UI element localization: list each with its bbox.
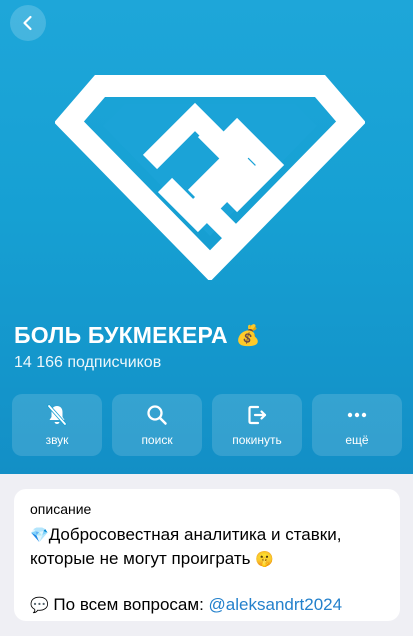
description-card: описание 💎Добросовестная аналитика и ста… bbox=[14, 489, 400, 621]
back-button[interactable] bbox=[10, 5, 46, 41]
speech-emoji: 💬 bbox=[30, 597, 49, 614]
money-bag-emoji: 💰 bbox=[235, 325, 261, 347]
more-button[interactable]: ещё bbox=[312, 394, 402, 456]
search-label: поиск bbox=[141, 433, 173, 447]
description-line-2: По всем вопросам: bbox=[53, 595, 204, 614]
bell-slash-icon bbox=[47, 404, 67, 426]
channel-logo bbox=[55, 75, 365, 280]
chevron-left-icon bbox=[23, 15, 32, 31]
search-icon bbox=[147, 405, 167, 425]
description-text: 💎Добросовестная аналитика и ставки, кото… bbox=[30, 523, 384, 617]
mute-button[interactable]: звук bbox=[12, 394, 102, 456]
action-bar: звук поиск покинуть ещё bbox=[12, 394, 402, 456]
leave-icon bbox=[248, 405, 267, 425]
gem-emoji: 💎 bbox=[30, 527, 49, 544]
leave-button[interactable]: покинуть bbox=[212, 394, 302, 456]
channel-title: БОЛЬ БУКМЕКЕРА bbox=[14, 322, 228, 348]
contact-link[interactable]: @aleksandrt2024 bbox=[209, 595, 343, 614]
channel-header: БОЛЬ БУКМЕКЕРА 💰 14 166 подписчиков звук… bbox=[0, 0, 413, 474]
more-icon bbox=[347, 412, 367, 418]
description-label: описание bbox=[30, 501, 92, 517]
leave-label: покинуть bbox=[232, 433, 282, 447]
subscriber-count: 14 166 подписчиков bbox=[14, 354, 162, 371]
mute-label: звук bbox=[45, 433, 69, 447]
more-label: ещё bbox=[345, 433, 369, 447]
description-line-1: Добросовестная аналитика и ставки, котор… bbox=[30, 525, 342, 568]
search-button[interactable]: поиск bbox=[112, 394, 202, 456]
shush-emoji: 🤫 bbox=[255, 551, 274, 568]
channel-title-row: БОЛЬ БУКМЕКЕРА 💰 bbox=[14, 322, 261, 349]
